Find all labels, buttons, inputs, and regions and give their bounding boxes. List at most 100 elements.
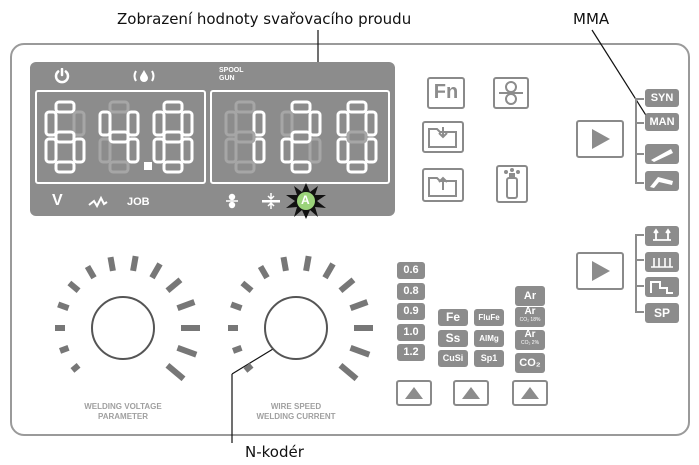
display-panel: SPOOL GUN 64.8 120 V JOB A <box>30 62 395 219</box>
material-sp1[interactable]: Sp1 <box>474 350 504 367</box>
triangle-up-icon <box>462 387 480 399</box>
wire-inch-button[interactable] <box>493 77 529 109</box>
gas-option[interactable]: Ar <box>515 286 545 306</box>
segment-b <box>252 110 266 137</box>
voltage-knob-line2: PARAMETER <box>97 412 149 421</box>
gas-test-button[interactable] <box>496 165 528 203</box>
segment-e <box>44 137 58 164</box>
wire-diameter-1.2[interactable]: 1.2 <box>397 344 425 361</box>
segment-d <box>162 160 184 174</box>
segment-d <box>54 160 76 174</box>
material-fe[interactable]: Fe <box>438 309 468 326</box>
gas-option[interactable]: Ar CO₂ 18% <box>515 307 545 327</box>
play-icon <box>592 261 610 281</box>
segment-d <box>346 160 368 174</box>
voltage-knob-line1: WELDING VOLTAGE <box>84 402 162 411</box>
segment-d <box>108 160 130 174</box>
current-knob-line2: WELDING CURRENT <box>256 412 336 421</box>
segment-f <box>336 110 350 137</box>
decimal-point <box>144 162 152 170</box>
segment-c <box>72 137 86 164</box>
segment-f <box>280 110 294 137</box>
segment-e <box>98 137 112 164</box>
mode-tig[interactable] <box>645 171 679 191</box>
mode-mma[interactable] <box>645 144 679 164</box>
voltage-knob[interactable] <box>92 297 154 359</box>
segment-f <box>224 110 238 137</box>
segment-a <box>290 100 312 114</box>
segment-a <box>108 100 130 114</box>
gas-cylinder-icon <box>504 168 520 199</box>
gas-main: Ar <box>524 306 536 317</box>
trigger-sp[interactable]: SP <box>645 303 679 323</box>
segment-f <box>44 110 58 137</box>
gas-option[interactable]: Ar CO₂ 2% <box>515 330 545 350</box>
gas-option[interactable]: CO₂ <box>515 353 545 373</box>
wire-diameter-0.8[interactable]: 0.8 <box>397 282 425 300</box>
gas-main: Ar <box>523 290 537 302</box>
segment-e <box>336 137 350 164</box>
material-flufe[interactable]: FluFe <box>474 309 504 326</box>
segment-g <box>108 130 130 144</box>
job-label: JOB <box>127 196 150 208</box>
gas-main: Ar <box>524 329 536 340</box>
wire-diameter-1.0[interactable]: 1.0 <box>397 323 425 341</box>
segment-b <box>308 110 322 137</box>
wire-feed-icon <box>226 193 238 213</box>
mode-man[interactable]: MAN <box>645 113 679 131</box>
tig-torch-icon <box>650 177 673 188</box>
segment-g <box>54 130 76 144</box>
trigger-select-button[interactable] <box>576 252 624 290</box>
folder-load-icon <box>428 127 457 148</box>
trigger-4t[interactable] <box>645 252 679 272</box>
current-knob[interactable] <box>265 297 327 359</box>
fn-label: Fn <box>433 81 459 103</box>
unit-a: A <box>301 193 310 207</box>
segment-e <box>280 137 294 164</box>
segment-e <box>152 137 166 164</box>
trigger-2t[interactable] <box>645 226 679 246</box>
voltage-knob-label: WELDING VOLTAGE PARAMETER <box>58 402 188 422</box>
mode-syn[interactable]: SYN <box>645 89 679 107</box>
segment-c <box>252 137 266 164</box>
load-job-button[interactable] <box>422 121 464 153</box>
play-icon <box>592 129 610 149</box>
material-almg[interactable]: AlMg <box>474 329 504 347</box>
segment-c <box>308 137 322 164</box>
crater-icon <box>650 281 673 294</box>
wire-diameter-0.9[interactable]: 0.9 <box>397 303 425 320</box>
segment-b <box>72 110 86 137</box>
segment-c <box>180 137 194 164</box>
mode-select-button[interactable] <box>576 120 624 158</box>
segment-b <box>364 110 378 137</box>
segment-c <box>126 137 140 164</box>
segment-g <box>234 130 256 144</box>
seven-segment-digits <box>44 100 378 174</box>
fn-button[interactable]: Fn <box>427 77 465 109</box>
segment-d <box>290 160 312 174</box>
material-up-button[interactable] <box>453 380 489 406</box>
amp-indicator: A <box>284 182 328 224</box>
diameter-up-button[interactable] <box>396 380 432 406</box>
segment-d <box>234 160 256 174</box>
annotation-current-display: Zobrazení hodnoty svařovacího proudu <box>117 10 412 28</box>
trigger-crater[interactable] <box>645 277 679 297</box>
segment-b <box>180 110 194 137</box>
wire-diameter-0.6[interactable]: 0.6 <box>397 262 425 279</box>
segment-a <box>162 100 184 114</box>
save-job-button[interactable] <box>422 168 464 202</box>
current-knob-label: WIRE SPEED WELDING CURRENT <box>231 402 361 422</box>
annotation-mma: MMA <box>573 10 610 28</box>
gas-mix: CO₂ 18% <box>519 317 541 323</box>
arc-icon <box>88 194 108 213</box>
gas-up-button[interactable] <box>512 380 548 406</box>
material-ss[interactable]: Ss <box>438 329 468 347</box>
thickness-icon <box>262 193 280 213</box>
segment-g <box>346 130 368 144</box>
segment-a <box>234 100 256 114</box>
material-cusi[interactable]: CuSi <box>438 350 468 367</box>
annotation-encoder: N-kodér <box>245 443 304 461</box>
triangle-up-icon <box>405 387 423 399</box>
segment-f <box>98 110 112 137</box>
segment-g <box>162 130 184 144</box>
